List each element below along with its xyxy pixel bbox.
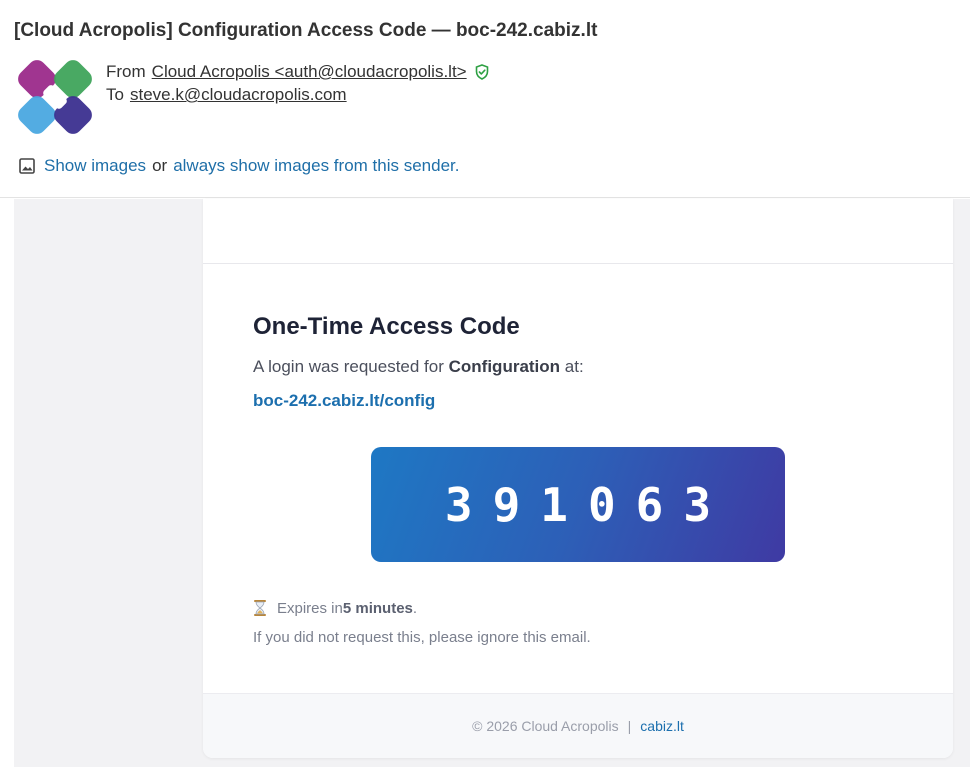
hourglass-icon <box>254 600 266 616</box>
or-text: or <box>152 156 168 175</box>
to-label: To <box>106 85 124 104</box>
footer-site-link[interactable]: cabiz.lt <box>640 718 684 734</box>
show-images-link[interactable]: Show images <box>44 156 146 176</box>
to-line: To steve.k@cloudacropolis.com <box>106 83 489 106</box>
sender-logo-icon <box>18 60 92 134</box>
intro-suffix: at: <box>560 357 584 376</box>
intro-service-name: Configuration <box>448 357 561 376</box>
message-footer: © 2026 Cloud Acropolis | cabiz.lt <box>203 693 953 758</box>
email-body-viewport[interactable]: One-Time Access Code A login was request… <box>14 199 970 767</box>
config-url-link[interactable]: boc-242.cabiz.lt/config <box>253 391 435 411</box>
expires-prefix: Expires in <box>277 599 343 617</box>
from-line: From Cloud Acropolis <auth@cloudacropoli… <box>106 60 489 83</box>
message-heading: One-Time Access Code <box>253 313 520 340</box>
email-header: [Cloud Acropolis] Configuration Access C… <box>0 0 970 198</box>
footer-copyright: © 2026 Cloud Acropolis <box>472 718 619 734</box>
access-code: 391063 <box>444 477 732 532</box>
from-label: From <box>106 62 146 81</box>
message-card: One-Time Access Code A login was request… <box>203 199 953 758</box>
login-request-text: A login was requested for Configuration … <box>253 357 584 377</box>
intro-prefix: A login was requested for <box>253 357 449 376</box>
expires-suffix: . <box>412 599 418 617</box>
expiry-note: Expires in 5 minutes. <box>253 599 417 617</box>
expires-duration: 5 minutes <box>342 599 413 617</box>
sender-meta: From Cloud Acropolis <auth@cloudacropoli… <box>106 60 489 106</box>
card-header-area <box>203 199 953 264</box>
image-icon <box>19 158 35 174</box>
from-address-link[interactable]: Cloud Acropolis <auth@cloudacropolis.lt> <box>152 60 467 83</box>
email-subject: [Cloud Acropolis] Configuration Access C… <box>14 20 598 41</box>
access-code-box: 391063 <box>371 447 785 562</box>
to-address-link[interactable]: steve.k@cloudacropolis.com <box>130 83 347 106</box>
verified-shield-icon <box>475 63 488 80</box>
ignore-notice: If you did not request this, please igno… <box>253 629 591 646</box>
always-show-images-link[interactable]: always show images from this sender. <box>173 156 459 176</box>
remote-images-bar: Show images or always show images from t… <box>18 156 459 176</box>
footer-separator: | <box>627 718 632 734</box>
